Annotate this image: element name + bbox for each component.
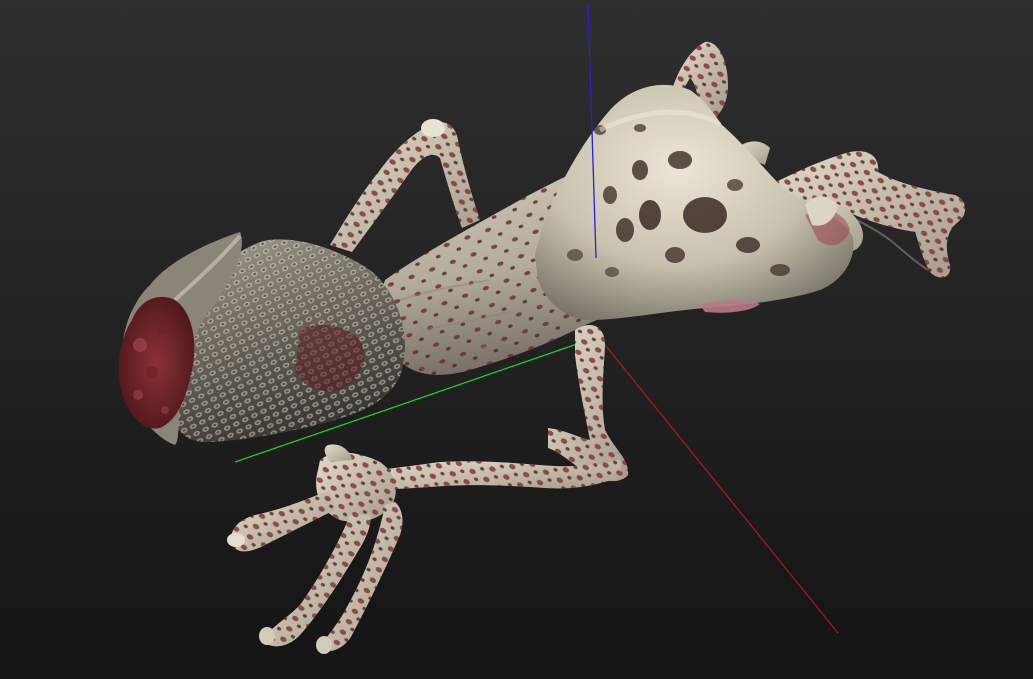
viewport-canvas[interactable] bbox=[0, 0, 1033, 679]
3d-viewport[interactable] bbox=[0, 0, 1033, 679]
